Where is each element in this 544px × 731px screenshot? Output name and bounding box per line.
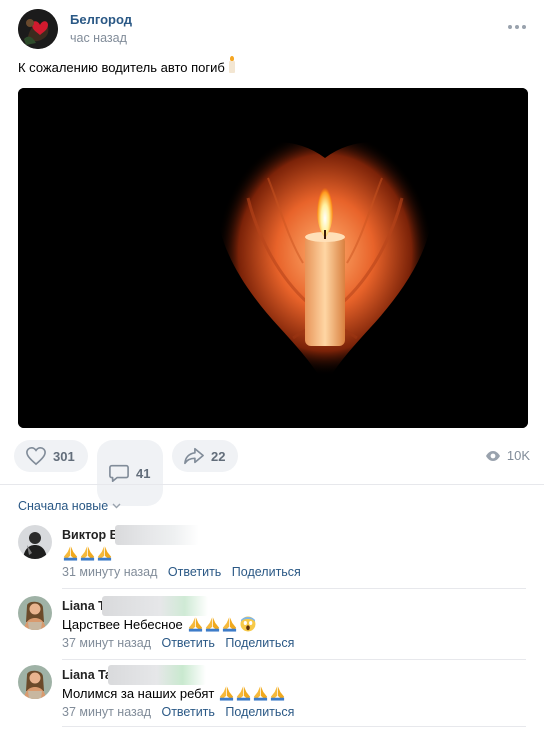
comment-author[interactable]: Liana Ta bbox=[62, 668, 112, 682]
comment-text-content: Царствее Небесное bbox=[62, 616, 183, 632]
comment-time[interactable]: 37 минут назад bbox=[62, 705, 151, 719]
comment-time[interactable]: 31 минуту назад bbox=[62, 565, 157, 579]
folded-hands-emoji-icon bbox=[222, 617, 236, 632]
folded-hands-emoji-icon bbox=[254, 686, 268, 701]
post-time[interactable]: час назад bbox=[70, 31, 127, 45]
comment-button[interactable]: 41 bbox=[97, 440, 163, 506]
comment-count: 41 bbox=[136, 465, 151, 481]
chevron-down-icon bbox=[112, 503, 121, 509]
divider bbox=[0, 484, 544, 485]
comment-text: Молимся за наших ребят bbox=[62, 685, 286, 701]
comments-sort-dropdown[interactable]: Сначала новые bbox=[18, 499, 121, 513]
comment-meta: 37 минут назад Ответить Поделиться bbox=[62, 636, 301, 650]
blurred-surname bbox=[115, 525, 199, 545]
folded-hands-emoji-icon bbox=[80, 546, 95, 561]
comment-text-content: Молимся за наших ребят bbox=[62, 685, 215, 701]
blurred-surname bbox=[108, 665, 206, 685]
comment-item: Виктор В 31 минуту назад Ответить Подели… bbox=[18, 525, 526, 591]
reply-button[interactable]: Ответить bbox=[161, 705, 214, 719]
folded-hands-emoji-icon bbox=[97, 546, 112, 561]
avatar[interactable] bbox=[18, 665, 52, 699]
avatar[interactable] bbox=[18, 596, 52, 630]
post-text-content: К сожалению водитель авто погиб bbox=[18, 60, 225, 75]
more-options-icon[interactable] bbox=[508, 23, 526, 31]
blurred-surname bbox=[102, 596, 208, 616]
post-photo[interactable] bbox=[18, 88, 528, 428]
candle-icon bbox=[228, 56, 235, 73]
screaming-face-emoji-icon bbox=[240, 616, 256, 632]
comment-text: Царствее Небесное bbox=[62, 616, 256, 632]
post-header: Белгород час назад bbox=[18, 9, 526, 49]
folded-hands-emoji-icon bbox=[220, 686, 234, 701]
comment-meta: 37 минут назад Ответить Поделиться bbox=[62, 705, 301, 719]
comment-author[interactable]: Виктор В bbox=[62, 528, 119, 542]
comment-text bbox=[62, 545, 113, 561]
comment-item: Liana Ta Молимся за наших ребят 37 минут… bbox=[18, 665, 526, 731]
folded-hands-emoji-icon bbox=[188, 617, 202, 632]
post-actions: 301 41 22 10K bbox=[14, 440, 530, 506]
views-count: 10K bbox=[506, 448, 530, 463]
comment-time[interactable]: 37 минут назад bbox=[62, 636, 151, 650]
comment-separator bbox=[62, 659, 526, 660]
reply-button[interactable]: Ответить bbox=[161, 636, 214, 650]
comment-separator bbox=[62, 588, 526, 589]
post-text: К сожалению водитель авто погиб bbox=[18, 56, 235, 75]
folded-hands-emoji-icon bbox=[237, 686, 251, 701]
folded-hands-emoji-icon bbox=[205, 617, 219, 632]
views-counter: 10K bbox=[485, 448, 530, 463]
reply-button[interactable]: Ответить bbox=[168, 565, 221, 579]
share-comment-button[interactable]: Поделиться bbox=[225, 705, 294, 719]
group-name[interactable]: Белгород bbox=[70, 12, 132, 27]
comment-icon bbox=[109, 464, 129, 482]
comment-separator bbox=[62, 726, 526, 727]
heart-icon bbox=[26, 446, 46, 466]
share-comment-button[interactable]: Поделиться bbox=[225, 636, 294, 650]
like-button[interactable]: 301 bbox=[14, 440, 88, 472]
eye-icon bbox=[485, 450, 500, 461]
like-count: 301 bbox=[53, 448, 75, 464]
group-avatar-image bbox=[18, 9, 58, 49]
share-button[interactable]: 22 bbox=[172, 440, 238, 472]
share-count: 22 bbox=[211, 448, 226, 464]
comments-sort-label: Сначала новые bbox=[18, 499, 109, 513]
group-avatar[interactable] bbox=[18, 9, 58, 49]
share-comment-button[interactable]: Поделиться bbox=[232, 565, 301, 579]
comment-meta: 31 минуту назад Ответить Поделиться bbox=[62, 565, 308, 579]
folded-hands-emoji-icon bbox=[271, 686, 285, 701]
comment-item: Liana T Царствее Небесное 37 минут назад… bbox=[18, 596, 526, 662]
avatar[interactable] bbox=[18, 525, 52, 559]
share-icon bbox=[184, 447, 204, 465]
comment-author[interactable]: Liana T bbox=[62, 599, 106, 613]
folded-hands-emoji-icon bbox=[63, 546, 78, 561]
candle-hands-image bbox=[18, 88, 528, 428]
